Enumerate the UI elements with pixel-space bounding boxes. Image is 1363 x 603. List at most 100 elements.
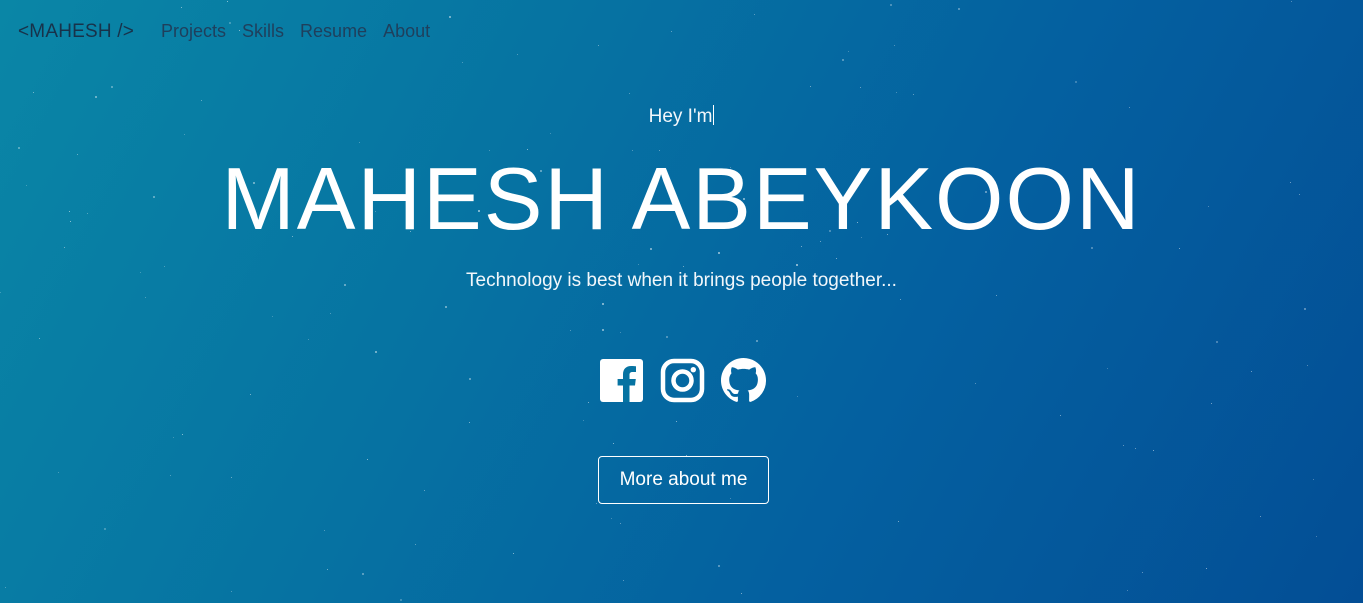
star-dot xyxy=(1153,450,1154,451)
star-dot xyxy=(111,86,113,88)
star-dot xyxy=(1060,415,1061,416)
star-dot xyxy=(1142,572,1143,573)
star-dot xyxy=(676,421,677,422)
star-dot xyxy=(650,248,652,250)
nav-link-projects[interactable]: Projects xyxy=(161,21,226,42)
star-dot xyxy=(359,142,360,143)
star-dot xyxy=(629,93,630,94)
star-dot xyxy=(400,599,402,601)
star-dot xyxy=(1304,308,1306,310)
star-dot xyxy=(1206,568,1207,569)
star-dot xyxy=(836,258,837,259)
nav-link-about[interactable]: About xyxy=(383,21,430,42)
star-dot xyxy=(201,100,202,101)
star-dot xyxy=(1307,365,1308,366)
star-dot xyxy=(104,528,106,530)
brand-logo[interactable]: <MAHESH /> xyxy=(18,21,134,43)
star-dot xyxy=(860,87,861,88)
star-dot xyxy=(620,332,621,333)
star-dot xyxy=(184,134,185,135)
hero-name: MAHESH ABEYKOON xyxy=(221,149,1142,248)
star-dot xyxy=(5,587,6,588)
star-dot xyxy=(58,472,59,473)
star-dot xyxy=(18,147,20,149)
star-dot xyxy=(164,266,165,267)
star-dot xyxy=(611,518,612,519)
star-dot xyxy=(1107,368,1108,369)
star-dot xyxy=(1251,371,1252,372)
star-dot xyxy=(900,299,901,300)
star-dot xyxy=(375,351,377,353)
star-dot xyxy=(718,252,720,254)
star-dot xyxy=(898,521,899,522)
greeting-text: Hey I'm xyxy=(648,106,713,127)
star-dot xyxy=(1123,445,1124,446)
star-dot xyxy=(445,306,447,308)
star-dot xyxy=(33,92,34,93)
star-dot xyxy=(602,303,604,305)
star-dot xyxy=(613,443,614,444)
star-dot xyxy=(596,503,597,504)
nav-link-resume[interactable]: Resume xyxy=(300,21,367,42)
star-dot xyxy=(64,247,65,248)
star-dot xyxy=(1135,448,1136,449)
star-dot xyxy=(308,339,309,340)
star-dot xyxy=(145,297,146,298)
star-dot xyxy=(0,292,1,293)
star-dot xyxy=(570,330,571,331)
typing-cursor xyxy=(713,105,715,125)
facebook-icon[interactable] xyxy=(599,358,644,403)
github-icon[interactable] xyxy=(721,358,766,403)
star-dot xyxy=(469,422,470,423)
hero-tagline: Technology is best when it brings people… xyxy=(466,270,897,291)
star-dot xyxy=(602,329,604,331)
star-dot xyxy=(718,565,720,567)
star-dot xyxy=(362,573,364,575)
star-dot xyxy=(810,86,811,87)
instagram-icon[interactable] xyxy=(660,358,705,403)
star-dot xyxy=(231,591,232,592)
star-dot xyxy=(367,459,368,460)
star-dot xyxy=(638,264,639,265)
star-dot xyxy=(424,490,425,491)
star-dot xyxy=(620,523,621,524)
star-dot xyxy=(327,569,328,570)
star-dot xyxy=(95,96,97,98)
more-about-me-button[interactable]: More about me xyxy=(598,456,769,504)
star-dot xyxy=(1216,341,1218,343)
star-dot xyxy=(588,402,589,403)
star-dot xyxy=(1313,479,1314,480)
navbar: <MAHESH /> Projects Skills Resume About xyxy=(0,0,1363,64)
star-dot xyxy=(513,553,514,554)
star-dot xyxy=(996,295,997,296)
star-dot xyxy=(583,420,584,421)
star-dot xyxy=(272,316,273,317)
hero-greeting: Hey I'm xyxy=(0,105,1363,128)
star-dot xyxy=(975,383,976,384)
star-dot xyxy=(250,394,251,395)
star-dot xyxy=(1211,403,1212,404)
star-dot xyxy=(797,396,798,397)
star-dot xyxy=(623,580,624,581)
star-dot xyxy=(1316,536,1317,537)
star-dot xyxy=(1075,81,1077,83)
starfield-background xyxy=(0,0,1363,603)
nav-links: Projects Skills Resume About xyxy=(161,21,430,42)
star-dot xyxy=(330,313,331,314)
star-dot xyxy=(1127,590,1128,591)
star-dot xyxy=(683,266,684,267)
star-dot xyxy=(1260,516,1261,517)
star-dot xyxy=(415,544,416,545)
star-dot xyxy=(550,133,551,134)
star-dot xyxy=(1179,248,1180,249)
star-dot xyxy=(913,94,914,95)
star-dot xyxy=(173,437,174,438)
star-dot xyxy=(182,434,183,435)
star-dot xyxy=(896,92,897,93)
nav-link-skills[interactable]: Skills xyxy=(242,21,284,42)
star-dot xyxy=(324,530,325,531)
social-links xyxy=(599,358,766,403)
star-dot xyxy=(756,340,758,342)
star-dot xyxy=(741,593,742,594)
star-dot xyxy=(39,338,40,339)
